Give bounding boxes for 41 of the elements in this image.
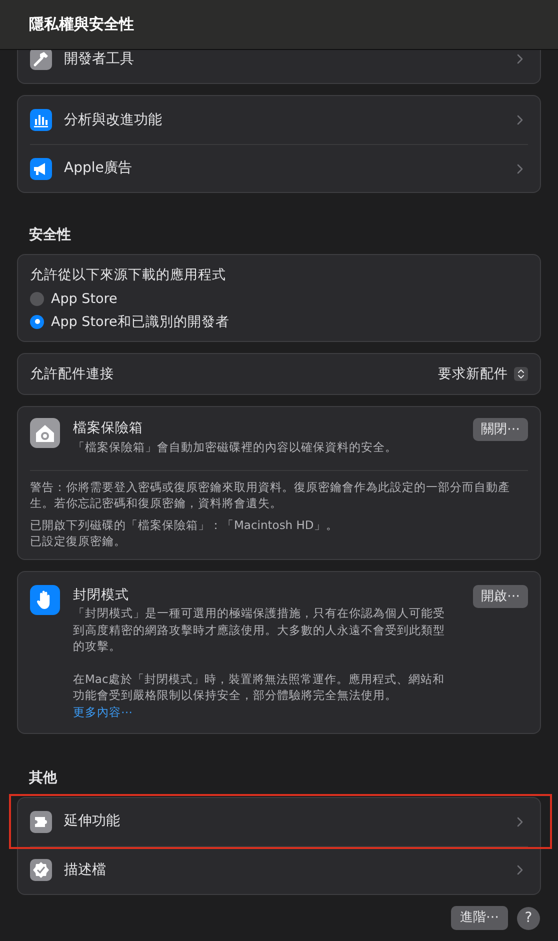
- card-description: 「封閉模式」是一種可選用的極端保護措施，只有在你認為個人可能受到高度精密的網路攻擊時才應該使用。大多數的人永遠不會受到此類型的攻擊。: [73, 605, 446, 654]
- settings-row[interactable]: 描述檔: [30, 846, 528, 894]
- turn-off-button[interactable]: 關閉⋯: [473, 418, 528, 442]
- help-button[interactable]: ?: [517, 906, 540, 930]
- megaphone-icon: [30, 158, 52, 180]
- section-heading: 安全性: [28, 226, 72, 245]
- advanced-button[interactable]: 進階⋯: [451, 906, 508, 930]
- card-description: 「檔案保險箱」會自動加密磁碟裡的內容以確保資料的安全。: [73, 438, 398, 456]
- radio-button[interactable]: [30, 292, 44, 306]
- hammer-icon: [30, 50, 52, 70]
- setting-label: 允許配件連接: [30, 365, 115, 384]
- settings-row[interactable]: 分析與改進功能: [30, 96, 528, 144]
- row-label: 開發者工具: [64, 50, 135, 68]
- radio-button[interactable]: [30, 314, 44, 329]
- section-heading: 其他: [28, 768, 58, 788]
- more-link[interactable]: 更多內容⋯: [73, 704, 132, 721]
- status-text: 已設定復原密鑰。: [30, 532, 127, 549]
- hand-icon: [30, 584, 60, 615]
- stepper-icon: [514, 367, 528, 382]
- card-title: 封閉模式: [73, 586, 130, 605]
- setting-label: 允許從以下來源下載的應用程式: [30, 266, 227, 285]
- row-label: Apple廣告: [64, 159, 133, 178]
- radio-option[interactable]: App Store: [30, 289, 528, 308]
- row-label: 分析與改進功能: [64, 110, 163, 130]
- card-title: 檔案保險箱: [73, 419, 144, 438]
- warning-text: 警告：你將需要登入密碼或復原密鑰來取用資料。復原密鑰會作為此設定的一部分而自動產生。若你忘記密碼和復原密鑰，資料將會遺失。: [30, 478, 511, 511]
- radio-option[interactable]: App Store和已識別的開發者: [30, 312, 528, 332]
- popup-menu[interactable]: 要求新配件: [438, 364, 528, 384]
- settings-row[interactable]: 開發者工具: [30, 50, 528, 83]
- settings-row[interactable]: 延伸功能: [30, 798, 528, 846]
- puzzle-piece-icon: [30, 810, 52, 833]
- row-label: 描述檔: [64, 860, 107, 880]
- check-badge-icon: [30, 859, 52, 882]
- status-text: 已開啟下列磁碟的「檔案保險箱」：「Macintosh HD」。: [30, 516, 339, 533]
- card-description: 在Mac處於「封閉模式」時，裝置將無法照常運作。應用程式、網站和功能會受到嚴格限制以保持安全，部分體驗將完全無法使用。: [73, 670, 446, 704]
- row-label: 延伸功能: [64, 812, 121, 832]
- bar-chart-icon: [30, 109, 52, 131]
- settings-row[interactable]: Apple廣告: [30, 144, 528, 192]
- turn-on-button[interactable]: 開啟⋯: [473, 584, 528, 608]
- window-title: 隱私權與安全性: [29, 14, 134, 36]
- house-safe-icon: [30, 418, 60, 448]
